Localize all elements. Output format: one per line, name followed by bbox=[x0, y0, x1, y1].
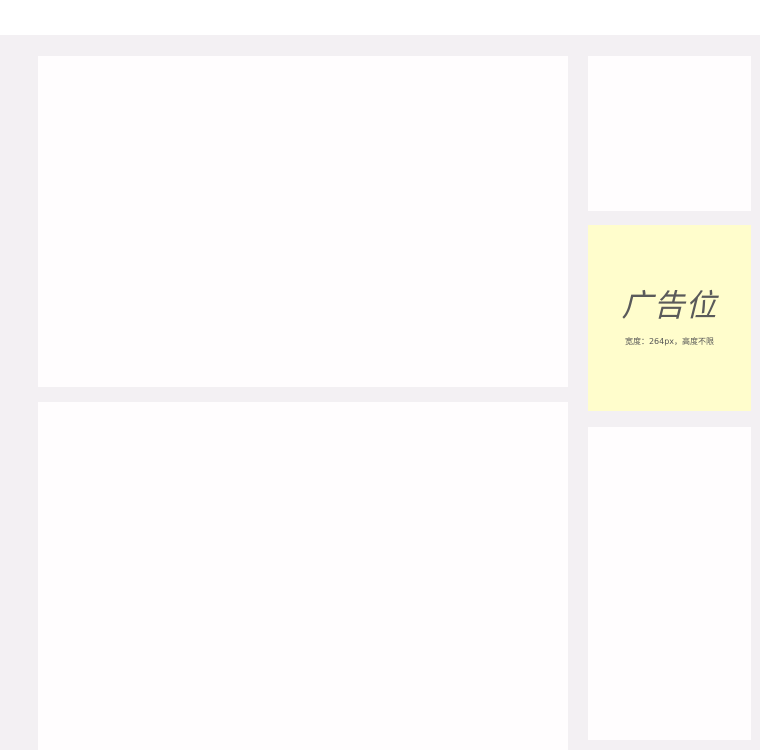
main-content-panel-top bbox=[38, 56, 568, 387]
page: 广告位 宽度：264px，高度不限 bbox=[0, 0, 760, 750]
main-content-panel-bottom bbox=[38, 402, 568, 750]
ad-placeholder-title: 广告位 bbox=[621, 288, 718, 324]
ad-placeholder[interactable]: 广告位 宽度：264px，高度不限 bbox=[588, 225, 751, 411]
ad-placeholder-description: 宽度：264px，高度不限 bbox=[624, 337, 715, 346]
sidebar-panel-top bbox=[588, 56, 751, 211]
sidebar-panel-bottom bbox=[588, 427, 751, 740]
